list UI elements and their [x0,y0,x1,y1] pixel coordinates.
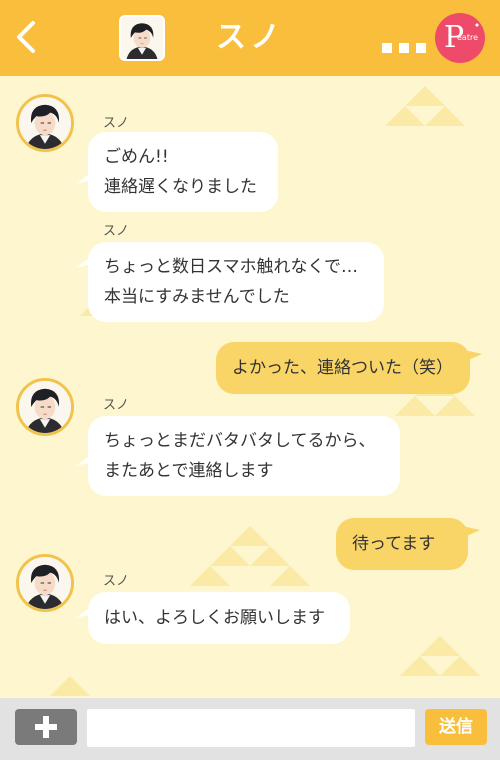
add-attachment-button[interactable] [15,709,77,745]
message-line: 連絡遅くなりました [104,177,257,197]
sender-name: スノ [103,398,130,413]
bubble-tail [462,526,480,538]
input-bar: 送信 [0,698,500,760]
sender-avatar[interactable] [16,94,74,152]
message-bubble-outgoing: よかった、連絡ついた（笑） [216,342,470,394]
contact-avatar[interactable] [119,15,165,61]
message-line: 待ってます [352,534,436,554]
more-dot [416,43,426,53]
message-bubble-outgoing: 待ってます [336,518,468,570]
send-button[interactable]: 送信 [425,709,487,745]
message-bubble: ちょっとまだバタバタしてるから、 またあとで連絡します [88,416,400,496]
more-options-button[interactable] [382,40,426,56]
plus-icon [35,716,57,738]
message-line: ちょっとまだバタバタしてるから、 [104,431,376,451]
message-bubble: ごめん!! 連絡遅くなりました [88,132,278,212]
sender-name: スノ [103,224,130,239]
sender-name: スノ [103,116,130,131]
chat-area[interactable]: スノ ごめん!! 連絡遅くなりました スノ ちょっと数日スマホ触れなくで… 本当… [0,76,500,698]
chat-title: スノ [216,20,284,55]
more-dot [382,43,392,53]
more-dot [399,43,409,53]
sender-name: スノ [103,574,130,589]
sender-avatar[interactable] [16,378,74,436]
message-line: 本当にすみませんでした [104,287,290,307]
message-line: ごめん!! [104,147,169,167]
app-logo[interactable]: P eatre [435,13,485,63]
message-bubble: はい、よろしくお願いします [88,592,350,644]
header-bar: スノ P eatre [0,0,500,76]
chevron-left-icon [17,21,35,53]
back-button[interactable] [8,12,44,62]
message-input[interactable] [87,709,415,747]
message-line: またあとで連絡します [104,461,274,481]
sender-avatar[interactable] [16,554,74,612]
logo-text: eatre [457,33,478,42]
message-line: はい、よろしくお願いします [104,608,325,628]
message-line: よかった、連絡ついた（笑） [232,358,453,378]
message-bubble: ちょっと数日スマホ触れなくで… 本当にすみませんでした [88,242,384,322]
message-line: ちょっと数日スマホ触れなくで… [104,257,358,277]
bubble-tail [464,350,482,362]
